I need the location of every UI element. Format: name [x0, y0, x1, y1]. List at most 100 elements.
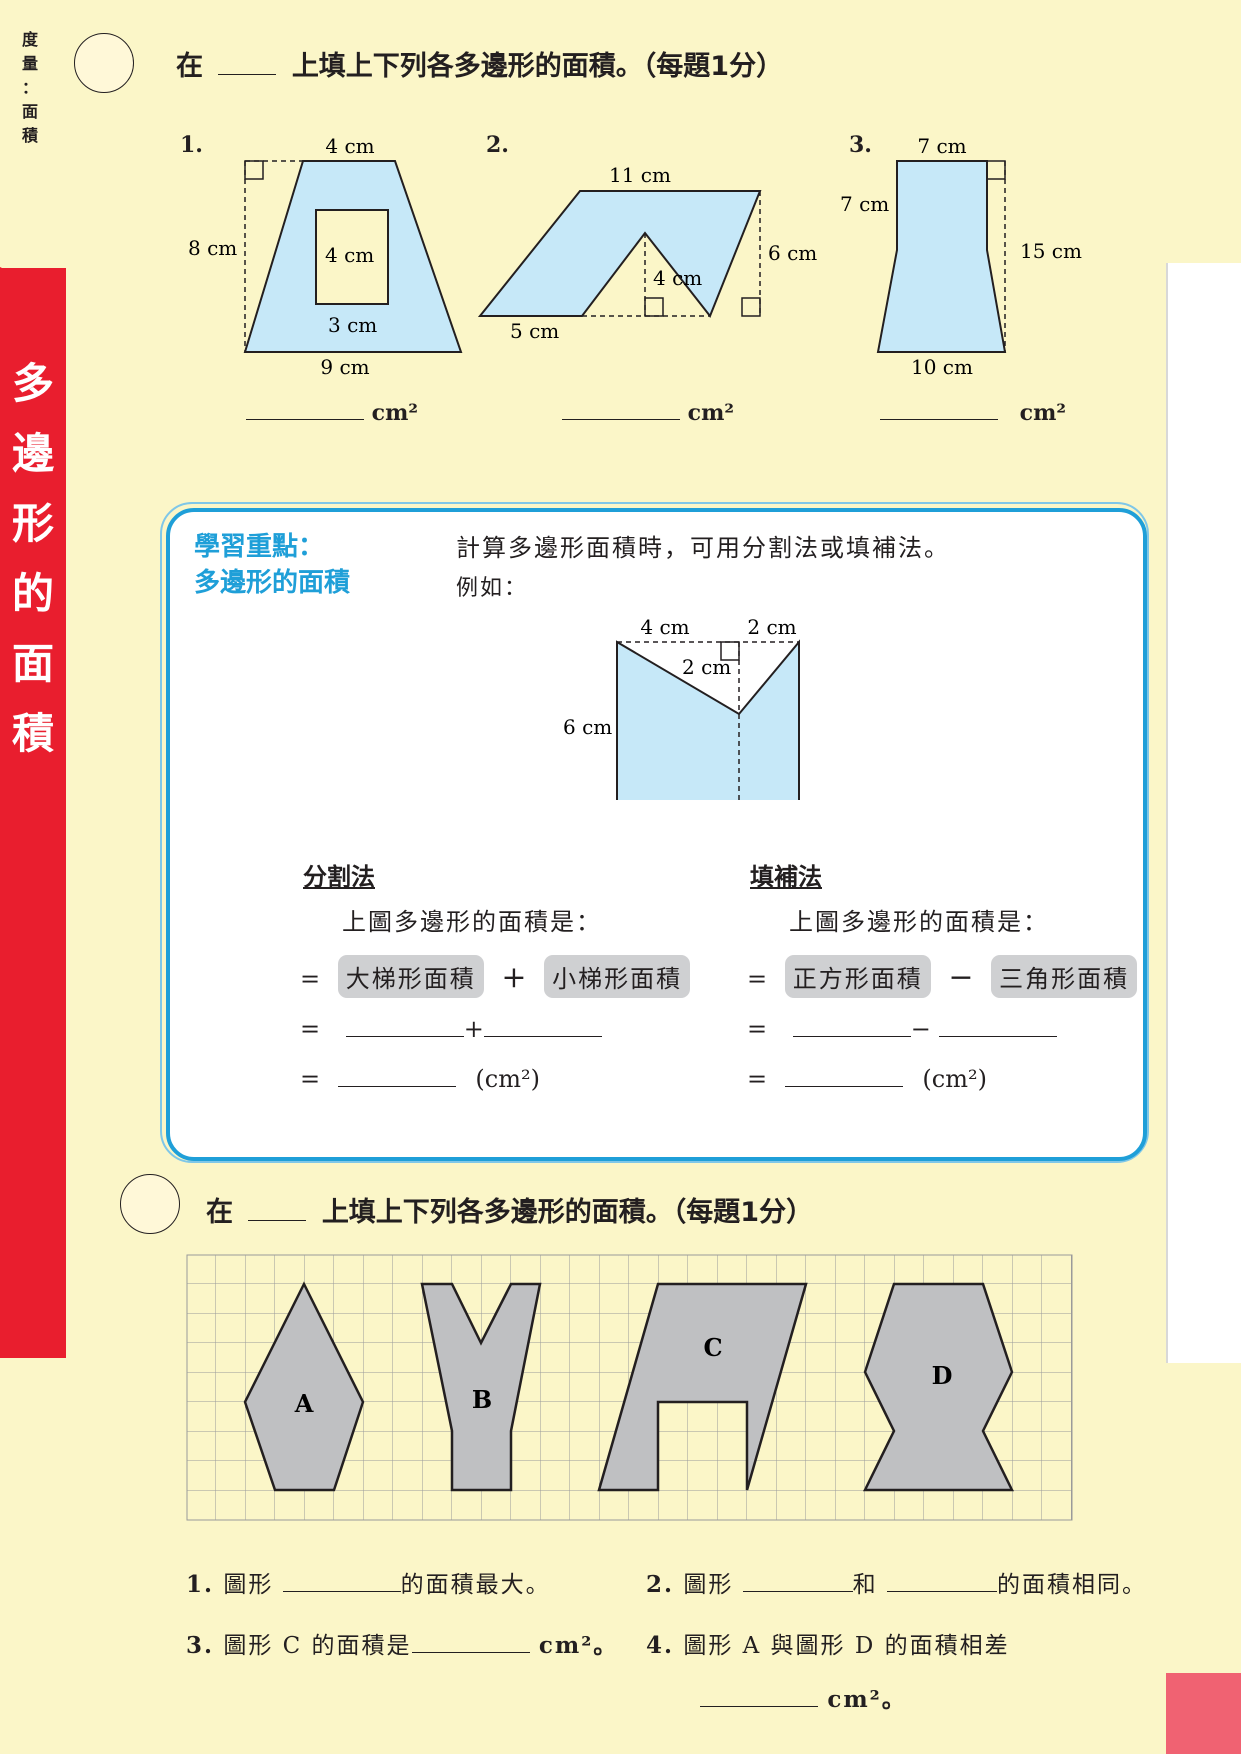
answer-blank[interactable] — [562, 419, 680, 420]
method-split-statement: 上圖多邊形的面積是： — [342, 908, 602, 936]
label-bottom: 10 cm — [911, 355, 973, 379]
tab-char: 邊 — [11, 429, 54, 478]
answer-blank[interactable] — [246, 419, 364, 420]
unit-label: cm²。 — [827, 1686, 907, 1713]
tab-char: 多 — [11, 359, 54, 408]
unit-label: cm² — [371, 400, 418, 426]
example-figure: 4 cm 2 cm 2 cm 6 cm — [563, 615, 800, 800]
grid-figure: A B C D — [186, 1254, 1073, 1521]
question-3: 3. 圖形 C 的面積是 cm²。 — [186, 1626, 618, 1660]
question-text: 圖形 — [223, 1572, 274, 1598]
label-height: 8 cm — [188, 236, 237, 260]
answer-blank[interactable] — [700, 1706, 818, 1707]
equals-sign: = — [300, 1015, 321, 1043]
plus-sign: + — [501, 960, 527, 995]
key-points-box: 學習重點： 多邊形的面積 計算多邊形面積時，可用分割法或填補法。 例如： 4 c… — [166, 508, 1147, 1161]
minus-sign: − — [910, 1015, 931, 1043]
answer-3: cm² — [880, 400, 1066, 426]
label-base: 5 cm — [510, 319, 559, 343]
shape-c-label: C — [703, 1333, 722, 1362]
shape-b-label: B — [472, 1385, 492, 1414]
question-text: 圖形 A 與圖形 D 的面積相差 — [683, 1633, 1010, 1659]
label-height: 6 cm — [768, 241, 817, 265]
figure-2: 11 cm 6 cm 4 cm 5 cm — [477, 163, 817, 343]
shape-d-label: D — [932, 1361, 953, 1390]
answer-blank[interactable] — [784, 1086, 903, 1087]
minus-sign: − — [948, 960, 974, 995]
unit-label: (cm²) — [922, 1065, 987, 1093]
figure-trapezoid-with-hole: 4 cm 8 cm 4 cm 3 cm 9 cm — [188, 134, 463, 379]
term-large-trapezoid: 大梯形面積 — [337, 955, 484, 998]
method-fill-statement: 上圖多邊形的面積是： — [789, 908, 1049, 936]
equals-sign: = — [300, 1065, 321, 1093]
answer-blank[interactable] — [886, 1591, 997, 1592]
unit-label: cm² — [1019, 400, 1066, 426]
unit-label: cm² — [687, 400, 734, 426]
topic-tab: 多 邊 形 的 面 積 — [0, 268, 66, 1358]
chapter-char: ： — [22, 78, 39, 97]
key-points-intro: 計算多邊形面積時，可用分割法或填補法。 — [456, 534, 950, 562]
question-number: 3. — [186, 1632, 215, 1659]
label-notch: 2 cm — [682, 655, 731, 679]
term-square: 正方形面積 — [784, 955, 931, 998]
label-top-left: 4 cm — [640, 615, 689, 639]
question-text: 的面積相同。 — [996, 1572, 1147, 1598]
question-text: 圖形 — [683, 1572, 734, 1598]
question-2: 2. 圖形 和 的面積相同。 — [646, 1565, 1147, 1599]
question-text: 圖形 C 的面積是 — [223, 1633, 412, 1659]
question-text: 的面積最大。 — [400, 1572, 551, 1598]
figure-3: 7 cm 7 cm 15 cm 10 cm — [840, 134, 1082, 379]
section2-title: 在 上填上下列各多邊形的面積。（每題1分） — [206, 1190, 813, 1229]
method-split-line3: = (cm²) — [300, 1065, 540, 1093]
title-blank — [248, 1220, 307, 1221]
answer-blank[interactable] — [792, 1036, 911, 1037]
answer-blank[interactable] — [411, 1652, 530, 1653]
equals-sign: = — [747, 965, 768, 993]
plus-sign: + — [463, 1015, 484, 1043]
label-upper-height: 7 cm — [840, 192, 889, 216]
tab-char: 的 — [11, 569, 54, 618]
label-top: 4 cm — [325, 134, 374, 158]
label-height: 6 cm — [563, 715, 612, 739]
answer-blank[interactable] — [345, 1036, 464, 1037]
answer-blank[interactable] — [742, 1591, 853, 1592]
title-prefix: 在 — [176, 51, 203, 82]
term-triangle: 三角形面積 — [991, 955, 1138, 998]
equals-sign: = — [747, 1065, 768, 1093]
label-top: 11 cm — [609, 163, 671, 187]
answer-blank[interactable] — [880, 419, 998, 420]
equals-sign: = — [747, 1015, 768, 1043]
method-fill-line3: = (cm²) — [747, 1065, 987, 1093]
question-4: 4. 圖形 A 與圖形 D 的面積相差 — [646, 1626, 1010, 1660]
method-fill-line1: = 正方形面積 − 三角形面積 — [747, 955, 1138, 998]
unit-label: cm²。 — [538, 1632, 619, 1659]
method-fill-title: 填補法 — [750, 862, 822, 891]
answer-blank[interactable] — [938, 1036, 1057, 1037]
chapter-char: 面 — [22, 102, 39, 121]
label-total-height: 15 cm — [1020, 239, 1082, 263]
shape-a-label: A — [294, 1389, 314, 1418]
chapter-char: 積 — [22, 126, 39, 145]
label-hole-height: 4 cm — [325, 243, 374, 267]
example-label: 例如： — [456, 576, 529, 601]
answer-blank[interactable] — [483, 1036, 602, 1037]
method-fill-line2: = − — [747, 1015, 1057, 1043]
chapter-char: 量 — [22, 54, 39, 73]
label-bottom: 9 cm — [320, 355, 369, 379]
chapter-char: 度 — [22, 30, 39, 49]
score-circle[interactable] — [120, 1174, 180, 1234]
tab-char: 積 — [11, 709, 54, 758]
unit-label: (cm²) — [475, 1065, 540, 1093]
label-top-right: 2 cm — [747, 615, 796, 639]
answer-blank[interactable] — [337, 1086, 456, 1087]
method-split-title: 分割法 — [303, 862, 375, 891]
key-points-subheading: 多邊形的面積 — [194, 568, 351, 598]
question-number: 1. — [186, 1571, 215, 1598]
label-top: 7 cm — [917, 134, 966, 158]
score-circle[interactable] — [74, 33, 134, 93]
title-blank — [218, 74, 277, 75]
question-1: 1. 圖形 的面積最大。 — [186, 1565, 551, 1599]
method-split-line1: = 大梯形面積 + 小梯形面積 — [300, 955, 691, 998]
question-number: 4. — [646, 1632, 675, 1659]
answer-blank[interactable] — [282, 1591, 401, 1592]
